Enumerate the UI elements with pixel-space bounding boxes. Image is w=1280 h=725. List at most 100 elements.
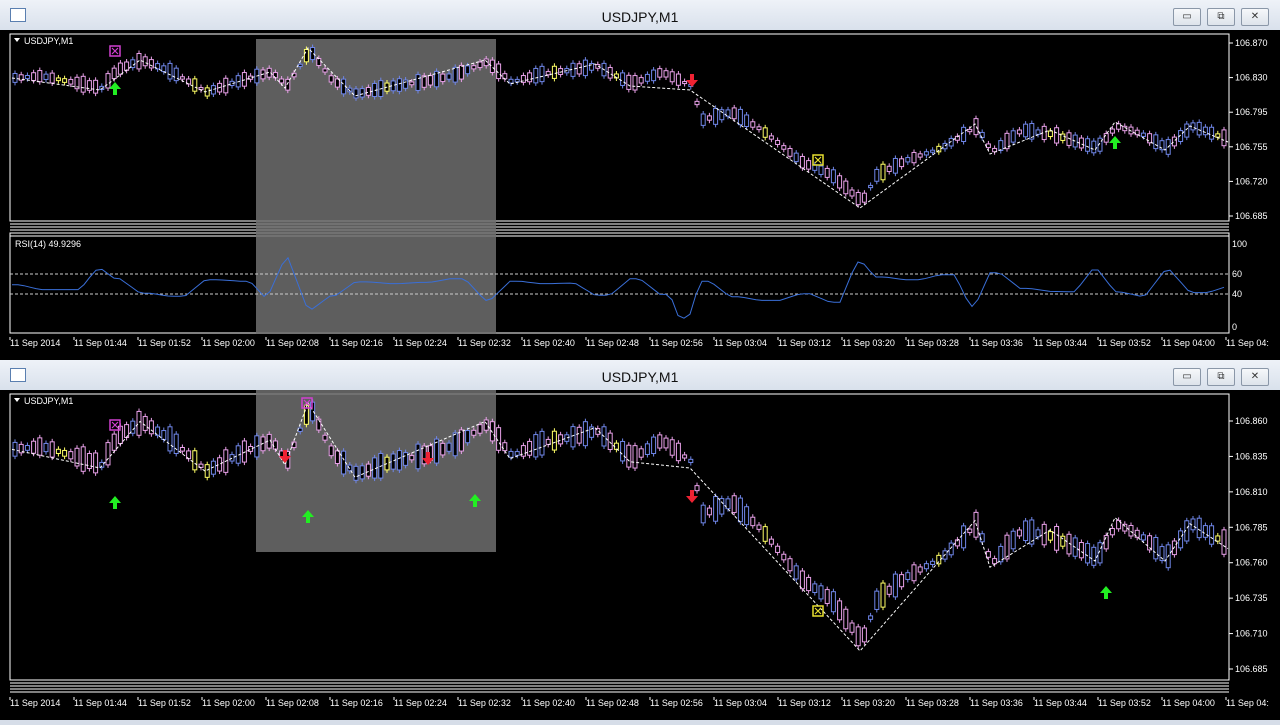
dropdown-icon[interactable] (14, 398, 20, 402)
pane-separator[interactable] (10, 223, 1229, 237)
chart-window-1: USDJPY,M1 ▭ ⧉ ✕ USDJPY,M1 RSI(14) 49.929… (0, 0, 1280, 360)
candle-body (1091, 140, 1097, 154)
price-label: 106.860 (1235, 416, 1268, 426)
candle-body (1035, 129, 1041, 135)
candle-body (948, 542, 954, 556)
candle-body (1103, 133, 1109, 143)
chart-area-1[interactable]: USDJPY,M1 RSI(14) 49.9296 100 60 40 0 10… (0, 30, 1280, 360)
candle-body (483, 419, 489, 431)
candle-body (861, 192, 867, 203)
candle-body (911, 564, 917, 582)
time-label: 11 Sep 02:16 (330, 338, 383, 348)
candle-body (192, 450, 198, 471)
maximize-button-1[interactable]: ⧉ (1207, 8, 1235, 26)
candle-body (806, 576, 812, 592)
candle-body (471, 429, 477, 436)
candle-body (998, 140, 1004, 151)
title-bar-2[interactable]: USDJPY,M1 ▭ ⧉ ✕ (0, 360, 1280, 390)
candle-body (452, 66, 458, 83)
time-label: 11 Sep 02:40 (522, 698, 575, 708)
dropdown-icon[interactable] (14, 38, 20, 42)
candle-body (917, 566, 923, 573)
rsi-level-100: 100 (1232, 239, 1247, 249)
candle-body (1091, 546, 1097, 566)
time-label: 11 Sep 02:48 (586, 338, 639, 348)
candle-body (967, 128, 973, 133)
candle-body (849, 189, 855, 197)
minimize-button-1[interactable]: ▭ (1173, 8, 1201, 26)
candle-body (744, 114, 750, 128)
chart-svg-2[interactable]: USDJPY,M1 106.860106.835106.810106.78510… (0, 390, 1280, 720)
candle-body (1147, 133, 1153, 144)
candle-body (731, 495, 737, 514)
candle-body (130, 420, 136, 434)
price-label: 106.710 (1235, 629, 1268, 639)
price-label: 106.795 (1235, 107, 1268, 117)
candle-body (403, 452, 409, 466)
title-bar-1[interactable]: USDJPY,M1 ▭ ⧉ ✕ (0, 0, 1280, 30)
candle-body (427, 75, 433, 86)
time-label: 11 Sep 02:24 (394, 698, 447, 708)
candle-body (167, 426, 173, 452)
candle-body (651, 436, 657, 455)
candle-body (409, 81, 415, 86)
candle-body (781, 553, 787, 561)
price-axis-1: 106.870 106.830 106.795 106.755 106.720 106.6… (1229, 38, 1268, 221)
candle-body (477, 61, 483, 69)
candle-body (669, 439, 675, 456)
candle-body (508, 78, 514, 84)
candle-body (272, 440, 278, 450)
time-label: 11 Sep 02:32 (458, 698, 511, 708)
candle-body (365, 463, 371, 477)
candle-body (620, 72, 626, 86)
candle-body (285, 78, 291, 91)
close-button-2[interactable]: ✕ (1241, 368, 1269, 386)
candle-body (855, 192, 861, 206)
candle-body (905, 572, 911, 580)
candle-body (328, 445, 334, 457)
close-button-1[interactable]: ✕ (1241, 8, 1269, 26)
candle-body (849, 622, 855, 633)
candle-body (210, 85, 216, 95)
candle-body (105, 73, 111, 89)
rsi-label: RSI(14) 49.9296 (15, 239, 81, 249)
candle-body (31, 72, 37, 81)
time-label: 11 Sep 04:00 (1162, 338, 1215, 348)
candle-body (775, 139, 781, 145)
window-title-2: USDJPY,M1 (601, 369, 679, 385)
price-label: 106.830 (1235, 73, 1268, 83)
candle-body (161, 430, 167, 440)
candle-body (582, 421, 588, 447)
candle-body (837, 600, 843, 621)
candle-body (682, 81, 688, 85)
candle-body (979, 131, 985, 139)
candle-body (1010, 130, 1016, 143)
candle-body (440, 73, 446, 83)
chart-area-2[interactable]: USDJPY,M1 106.860 106.835 106.810 106.785 10… (0, 390, 1280, 720)
candle-body (917, 153, 923, 158)
candle-body (781, 145, 787, 150)
maximize-button-2[interactable]: ⧉ (1207, 368, 1235, 386)
candle-body (204, 464, 210, 478)
candle-body (843, 180, 849, 195)
candle-body (626, 74, 632, 90)
candle-body (322, 68, 328, 73)
candle-body (657, 434, 663, 449)
candle-body (68, 78, 74, 85)
candle-body (706, 115, 712, 121)
candle-body (1085, 138, 1091, 152)
candle-body (830, 591, 836, 613)
minimize-button-2[interactable]: ▭ (1173, 368, 1201, 386)
candle-body (669, 71, 675, 83)
candle-body (1004, 534, 1010, 560)
chart-svg-1[interactable]: USDJPY,M1 RSI(14) 49.9296 100 60 40 0 10… (0, 30, 1280, 360)
candle-body (527, 440, 533, 456)
time-label: 11 Sep 02:24 (394, 338, 447, 348)
pane-separator[interactable] (10, 682, 1229, 693)
candle-body (458, 64, 464, 80)
candle-body (750, 516, 756, 527)
price-label: 106.685 (1235, 211, 1268, 221)
candle-body (694, 485, 700, 492)
candle-body (446, 73, 452, 80)
candle-body (328, 75, 334, 83)
